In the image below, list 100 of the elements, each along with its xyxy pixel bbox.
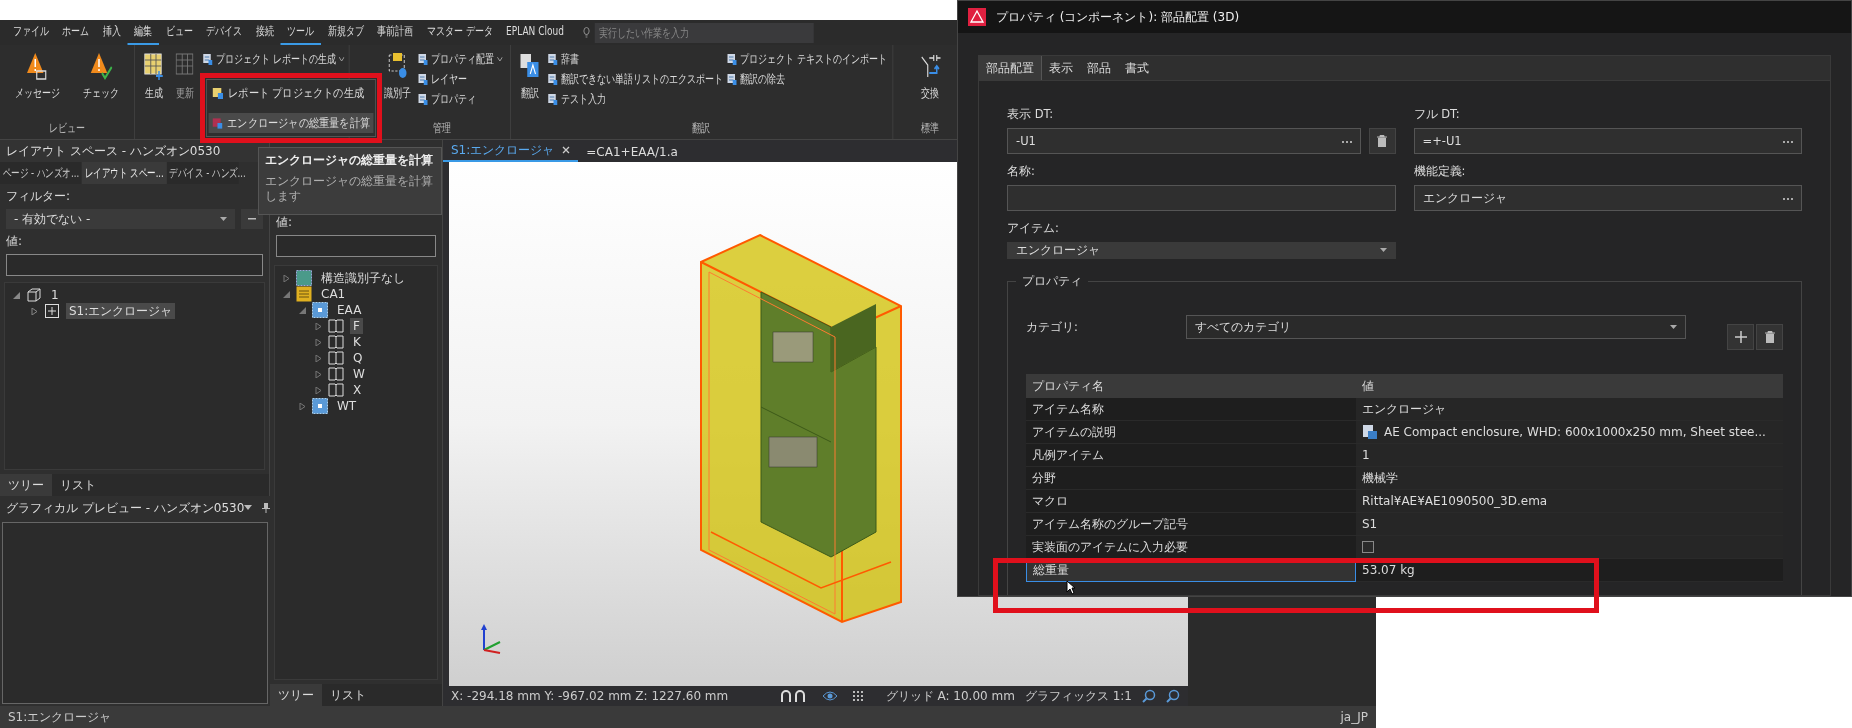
expand-icon[interactable]	[299, 402, 306, 410]
ellipsis-icon[interactable]	[1783, 196, 1793, 200]
ribbon-tab[interactable]: EPLAN Cloud	[499, 20, 571, 45]
input-field[interactable]	[1007, 185, 1396, 211]
zoom-icon[interactable]	[1142, 689, 1156, 703]
ribbon-tab[interactable]: 事前計画	[370, 20, 420, 45]
panel-tab[interactable]: リスト	[322, 684, 374, 706]
input-field[interactable]: =+-U1	[1413, 128, 1802, 154]
dialog-tab[interactable]: 書式	[1118, 56, 1156, 80]
expand-icon[interactable]	[31, 307, 38, 315]
location-icon	[312, 398, 328, 414]
ribbon-button[interactable]: 生成	[139, 49, 168, 104]
collapse-icon[interactable]	[13, 291, 20, 299]
collapse-icon[interactable]	[283, 290, 290, 298]
item-dropdown[interactable]: エンクロージャ	[1007, 242, 1396, 259]
ribbon-button[interactable]: プロジェクト テキストのインポート	[726, 49, 888, 69]
expand-icon[interactable]	[283, 274, 290, 282]
expand-icon[interactable]	[315, 338, 322, 346]
expand-icon[interactable]	[315, 370, 322, 378]
collapse-icon[interactable]	[299, 306, 306, 314]
property-name[interactable]: 分野	[1026, 467, 1356, 490]
panel-tab[interactable]: ツリー	[270, 684, 322, 706]
trash-icon	[1377, 135, 1387, 147]
close-icon[interactable]	[562, 146, 571, 154]
ribbon-button[interactable]: プロジェクト レポートの生成	[202, 49, 345, 69]
tree-item[interactable]: 1	[48, 287, 62, 303]
category-dropdown[interactable]: すべてのカテゴリ	[1186, 315, 1686, 339]
value-field[interactable]	[6, 254, 263, 276]
menu-item[interactable]: レポート プロジェクトの生成	[208, 83, 374, 103]
ribbon-tab[interactable]: 挿入	[96, 20, 128, 45]
pin-icon[interactable]	[262, 503, 271, 513]
ribbon-button[interactable]: 翻訳の除去	[726, 69, 888, 89]
panel-tab[interactable]: ツリー	[0, 474, 52, 496]
panel-tab[interactable]: ページ - ハンズオ...	[0, 162, 82, 184]
ribbon-button[interactable]: テスト入力	[547, 89, 724, 109]
ribbon-button[interactable]: 翻訳できない単語リストのエクスポート	[547, 69, 724, 89]
ribbon-button[interactable]: プロパティ配置	[418, 49, 506, 69]
input-field[interactable]: エンクロージャ	[1413, 185, 1802, 211]
report-icon	[211, 86, 224, 100]
tree-item[interactable]: F	[350, 318, 363, 334]
filter-dropdown[interactable]: - 有効でない -	[6, 209, 235, 229]
caret-icon	[1379, 248, 1387, 253]
expand-icon[interactable]	[315, 386, 322, 394]
expand-icon[interactable]	[315, 354, 322, 362]
expand-icon[interactable]	[315, 322, 322, 330]
ribbon-tab[interactable]: ホーム	[55, 20, 96, 45]
ribbon-button[interactable]: メッセージ	[4, 49, 71, 104]
property-name[interactable]: アイテム名称のグループ記号	[1026, 513, 1356, 536]
ribbon-button[interactable]: 翻訳	[515, 49, 545, 104]
minus-button[interactable]	[241, 209, 263, 229]
add-button[interactable]	[1727, 324, 1754, 350]
ribbon-button[interactable]: 識別子	[379, 49, 415, 104]
property-name[interactable]: マクロ	[1026, 490, 1356, 513]
ribbon-tab[interactable]: マスター データ	[420, 20, 500, 45]
ribbon-tab[interactable]: ファイル	[6, 20, 56, 45]
tree-item[interactable]: CA1	[318, 286, 349, 302]
magnet-icon[interactable]	[779, 689, 808, 703]
tree-item[interactable]: 構造識別子なし	[318, 270, 408, 286]
tree-item[interactable]: W	[350, 366, 368, 382]
caret-icon[interactable]	[244, 505, 253, 511]
property-name[interactable]: アイテム名称	[1026, 398, 1356, 421]
input-field[interactable]: -U1	[1007, 128, 1361, 154]
menu-item[interactable]: エンクロージャの総重量を計算	[208, 113, 374, 133]
grid-icon[interactable]	[851, 690, 864, 702]
panel-tab[interactable]: リスト	[52, 474, 104, 496]
property-name[interactable]: 凡例アイテム	[1026, 444, 1356, 467]
ribbon-button[interactable]: チェック	[73, 49, 130, 104]
ribbon-tab[interactable]: 新規タブ	[321, 20, 371, 45]
panel-tab[interactable]: デバイス - ハンズ...	[166, 162, 249, 184]
tree-item[interactable]: S1:エンクロージャ	[66, 303, 176, 319]
value-field[interactable]	[276, 235, 436, 257]
ellipsis-icon[interactable]	[1783, 139, 1793, 143]
property-name[interactable]: 実装面のアイテムに入力必要	[1026, 536, 1356, 559]
delete-button[interactable]	[1756, 324, 1783, 350]
stack-icon	[296, 286, 312, 302]
ribbon-tab[interactable]: デバイス	[199, 20, 249, 45]
ribbon-button[interactable]: プロパティ	[418, 89, 506, 109]
ribbon-tab[interactable]: ビュー	[159, 20, 200, 45]
ribbon-button[interactable]: 交換	[897, 49, 963, 104]
eye-icon[interactable]	[821, 690, 838, 702]
checkbox[interactable]	[1362, 541, 1374, 553]
delete-button[interactable]	[1368, 128, 1396, 154]
property-name[interactable]: アイテムの説明	[1026, 421, 1356, 444]
tree-item[interactable]: WT	[334, 398, 360, 414]
list-icon	[202, 52, 213, 66]
ribbon-button[interactable]: 辞書	[547, 49, 724, 69]
dialog-tab[interactable]: 部品	[1080, 56, 1118, 80]
panel-tab[interactable]: レイアウト スペー...	[81, 162, 167, 184]
search-icon[interactable]	[1166, 689, 1180, 703]
tree-item[interactable]: EAA	[334, 302, 365, 318]
dialog-tab[interactable]: 部品配置	[979, 56, 1042, 80]
search-field[interactable]: 実行したい作業を入力	[594, 22, 814, 43]
ribbon-tab[interactable]: 接続	[249, 20, 281, 45]
tree-item[interactable]: X	[350, 382, 365, 398]
ribbon-button[interactable]: レイヤー	[418, 69, 506, 89]
tree-item[interactable]: K	[350, 334, 364, 350]
document-tab[interactable]: =CA1+EAA/1.a	[578, 142, 686, 162]
dialog-tab[interactable]: 表示	[1042, 56, 1080, 80]
ellipsis-icon[interactable]	[1341, 139, 1352, 143]
tree-item[interactable]: Q	[350, 350, 366, 366]
